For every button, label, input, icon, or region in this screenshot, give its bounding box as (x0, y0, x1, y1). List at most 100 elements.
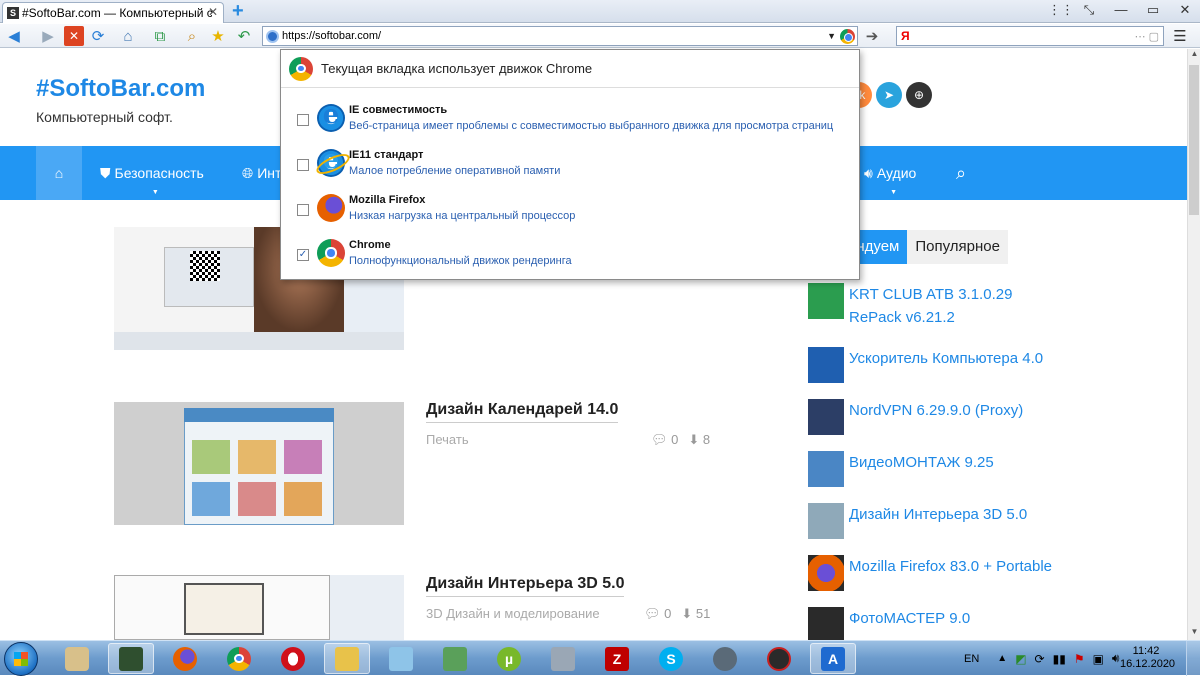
volume-icon[interactable]: 🔊︎ (1112, 651, 1120, 666)
apps-grid-icon[interactable]: ⋮⋮ (1048, 2, 1074, 18)
network-icon[interactable]: ▮▮ (1053, 652, 1066, 666)
scroll-up-icon[interactable]: ▲ (1188, 49, 1200, 62)
page-scrollbar[interactable]: ▲ ▼ (1187, 49, 1200, 640)
address-dropdown-icon[interactable]: ▼ (827, 31, 836, 41)
taskbar-chrome[interactable] (216, 643, 262, 674)
engine-option-chrome[interactable]: ✓ Chrome Полнофункциональный движок ренд… (297, 235, 847, 275)
engine-option-firefox[interactable]: Mozilla Firefox Низкая нагрузка на центр… (297, 190, 847, 230)
nav-item-audio[interactable]: 🔊︎ Аудио ▼ (864, 146, 916, 200)
sidebar-item[interactable]: KRT CLUB ATB 3.1.0.29 RePack v6.21.2 (808, 283, 1069, 329)
site-subtitle: Компьютерный софт. (36, 109, 173, 125)
sidebar-item[interactable]: NordVPN 6.29.9.0 (Proxy) (808, 399, 1069, 435)
plus-icon[interactable]: ⊕ (906, 82, 932, 108)
start-button[interactable] (4, 642, 38, 676)
notepad-icon (389, 646, 413, 671)
taskbar-app-bird[interactable] (756, 643, 802, 674)
nav-label-security: Безопасность (114, 165, 204, 181)
engine-checkbox[interactable] (297, 114, 309, 126)
sidebar-item-label[interactable]: ВидеоМОНТАЖ 9.25 (849, 451, 1069, 474)
nav-home-icon[interactable]: ⌂ (36, 146, 82, 200)
home-button[interactable]: ⌂ (118, 26, 138, 46)
new-tab-button[interactable]: + (232, 1, 244, 21)
sidebar-item-label[interactable]: Дизайн Интерьера 3D 5.0 (849, 503, 1069, 526)
search-box[interactable]: Я ⋯ ▢ (896, 26, 1164, 46)
address-url[interactable]: https://softobar.com/ (282, 30, 827, 42)
stop-button[interactable]: ✕ (64, 26, 84, 46)
sidebar-item[interactable]: Mozilla Firefox 83.0 + Portable (808, 555, 1069, 591)
menu-icon[interactable]: ☰ (1170, 26, 1190, 46)
favorites-star-icon[interactable]: ★ (208, 26, 228, 46)
restore-tab-icon[interactable]: ⧉ (150, 26, 170, 46)
engine-option-ie-compat[interactable]: IE совместимость Веб-страница имеет проб… (297, 100, 847, 140)
taskbar-utorrent[interactable]: µ (486, 643, 532, 674)
taskbar-firefox[interactable] (162, 643, 208, 674)
taskbar-browser-active[interactable]: A (810, 643, 856, 674)
sidebar-item[interactable]: ВидеоМОНТАЖ 9.25 (808, 451, 1069, 487)
undo-icon[interactable]: ↶ (234, 26, 254, 46)
post-title[interactable]: Дизайн Календарей 14.0 (426, 401, 619, 423)
site-title[interactable]: #SoftoBar.com (36, 75, 205, 103)
history-icon[interactable]: ⌕ (182, 26, 202, 46)
taskbar-task-manager[interactable] (108, 643, 154, 674)
search-tools-icon[interactable]: ⋯ ▢ (1135, 30, 1159, 43)
post-category[interactable]: 3D Дизайн и моделирование (426, 606, 600, 621)
download-icon: ⬇ (681, 606, 693, 621)
taskbar-monitor[interactable] (432, 643, 478, 674)
taskbar-explorer[interactable] (324, 643, 370, 674)
engine-checkbox[interactable] (297, 204, 309, 216)
tray-update-icon[interactable]: ⟳ (1035, 652, 1045, 666)
taskbar-paint[interactable] (54, 643, 100, 674)
close-window-button[interactable]: ✕ (1176, 2, 1194, 18)
engine-option-ie11[interactable]: IE11 стандарт Малое потребление оператив… (297, 145, 847, 185)
scroll-thumb[interactable] (1189, 65, 1199, 215)
post-thumbnail-calendar[interactable] (114, 402, 404, 525)
telegram-icon[interactable]: ➤ (876, 82, 902, 108)
post-thumbnail-interior[interactable] (114, 575, 404, 640)
tray-monitor-icon[interactable]: ▣ (1093, 652, 1104, 666)
shield-icon: ⛊ (100, 164, 111, 181)
show-desktop-button[interactable] (1186, 641, 1200, 676)
tray-expand-icon[interactable]: ▲ (997, 653, 1007, 664)
sidebar-item-label[interactable]: Mozilla Firefox 83.0 + Portable (849, 555, 1069, 578)
address-bar[interactable]: https://softobar.com/ ▼ (262, 26, 858, 46)
sidebar-item[interactable]: Ускоритель Компьютера 4.0 (808, 347, 1069, 383)
tab-popular[interactable]: Популярное (907, 230, 1008, 264)
minimize-button[interactable]: — (1112, 2, 1130, 18)
sidebar-item-label[interactable]: Ускоритель Компьютера 4.0 (849, 347, 1069, 370)
scroll-down-icon[interactable]: ▼ (1188, 627, 1200, 640)
clock[interactable]: 11:42 16.12.2020 (1120, 645, 1175, 671)
site-info-icon[interactable] (266, 29, 279, 43)
taskbar-opera[interactable] (270, 643, 316, 674)
sidebar-item-label[interactable]: KRT CLUB ATB 3.1.0.29 RePack v6.21.2 (849, 283, 1069, 329)
engine-checkbox[interactable] (297, 159, 309, 171)
taskbar-skype[interactable]: S (648, 643, 694, 674)
nav-search-icon[interactable]: ⌕ (956, 146, 966, 200)
maximize-button[interactable]: ▭ (1144, 2, 1162, 18)
taskbar-calculator[interactable] (540, 643, 586, 674)
forward-button[interactable]: ▶ (38, 26, 58, 46)
engine-switch-chrome-icon[interactable] (840, 28, 855, 44)
post-title[interactable]: Дизайн Интерьера 3D 5.0 (426, 575, 625, 597)
sidebar-item[interactable]: ФотоМАСТЕР 9.0 (808, 607, 1069, 640)
taskbar-filezilla[interactable]: Z (594, 643, 640, 674)
sidebar-item-label[interactable]: ФотоМАСТЕР 9.0 (849, 607, 1069, 630)
calculator-icon (551, 646, 575, 671)
tab-close-icon[interactable]: ✕ (208, 5, 218, 19)
unmaximize-icon[interactable]: ⤡ (1080, 2, 1098, 18)
taskbar-app-gear[interactable] (702, 643, 748, 674)
post-category[interactable]: Печать (426, 432, 469, 447)
flag-icon[interactable]: ⚑ (1074, 652, 1085, 666)
language-indicator[interactable]: EN (964, 653, 979, 665)
sidebar-item[interactable]: Дизайн Интерьера 3D 5.0 (808, 503, 1069, 539)
nav-item-security[interactable]: ⛊ Безопасность ▼ (100, 146, 204, 200)
tray-app-icon[interactable]: ◩ (1015, 652, 1026, 666)
dropdown-header: Текущая вкладка использует движок Chrome (281, 50, 859, 88)
refresh-button[interactable]: ⟳ (88, 26, 108, 46)
back-button[interactable]: ◀ (4, 26, 24, 46)
sidebar-item-label[interactable]: NordVPN 6.29.9.0 (Proxy) (849, 399, 1069, 422)
taskbar-notes[interactable] (378, 643, 424, 674)
nav-item-internet[interactable]: 🌐︎ Инт (242, 146, 281, 200)
go-arrow-icon[interactable]: ➔ (862, 26, 882, 46)
engine-checkbox-checked[interactable]: ✓ (297, 249, 309, 261)
browser-tab[interactable]: S #SoftoBar.com — Компьютерный со... ✕ (2, 2, 224, 23)
